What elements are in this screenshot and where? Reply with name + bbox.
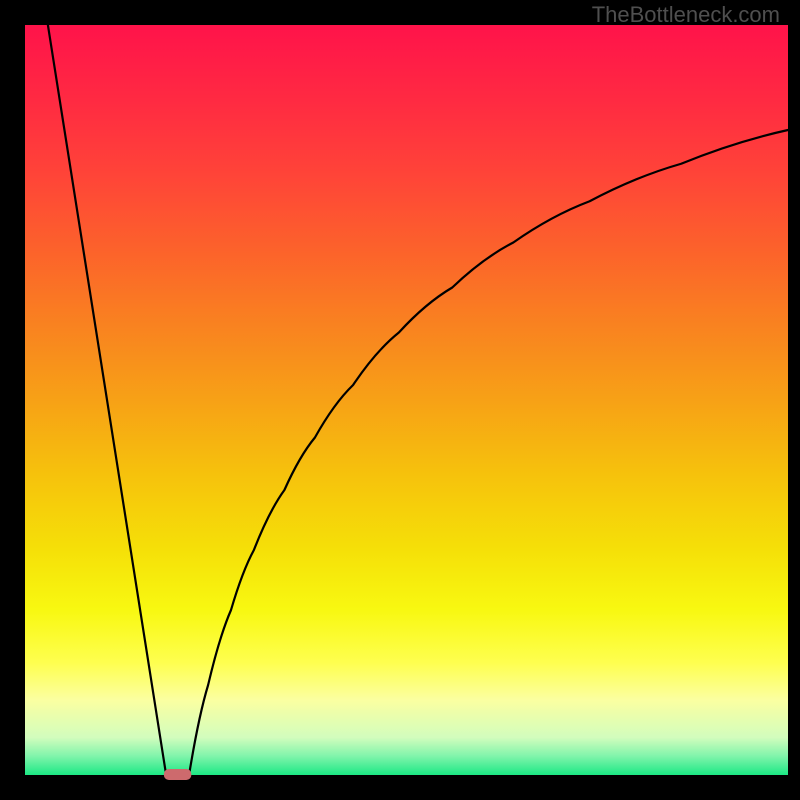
watermark-text: TheBottleneck.com (592, 2, 780, 28)
chart-svg (0, 0, 800, 800)
minimum-marker (164, 769, 191, 780)
plot-background (25, 25, 788, 775)
chart-stage: TheBottleneck.com (0, 0, 800, 800)
